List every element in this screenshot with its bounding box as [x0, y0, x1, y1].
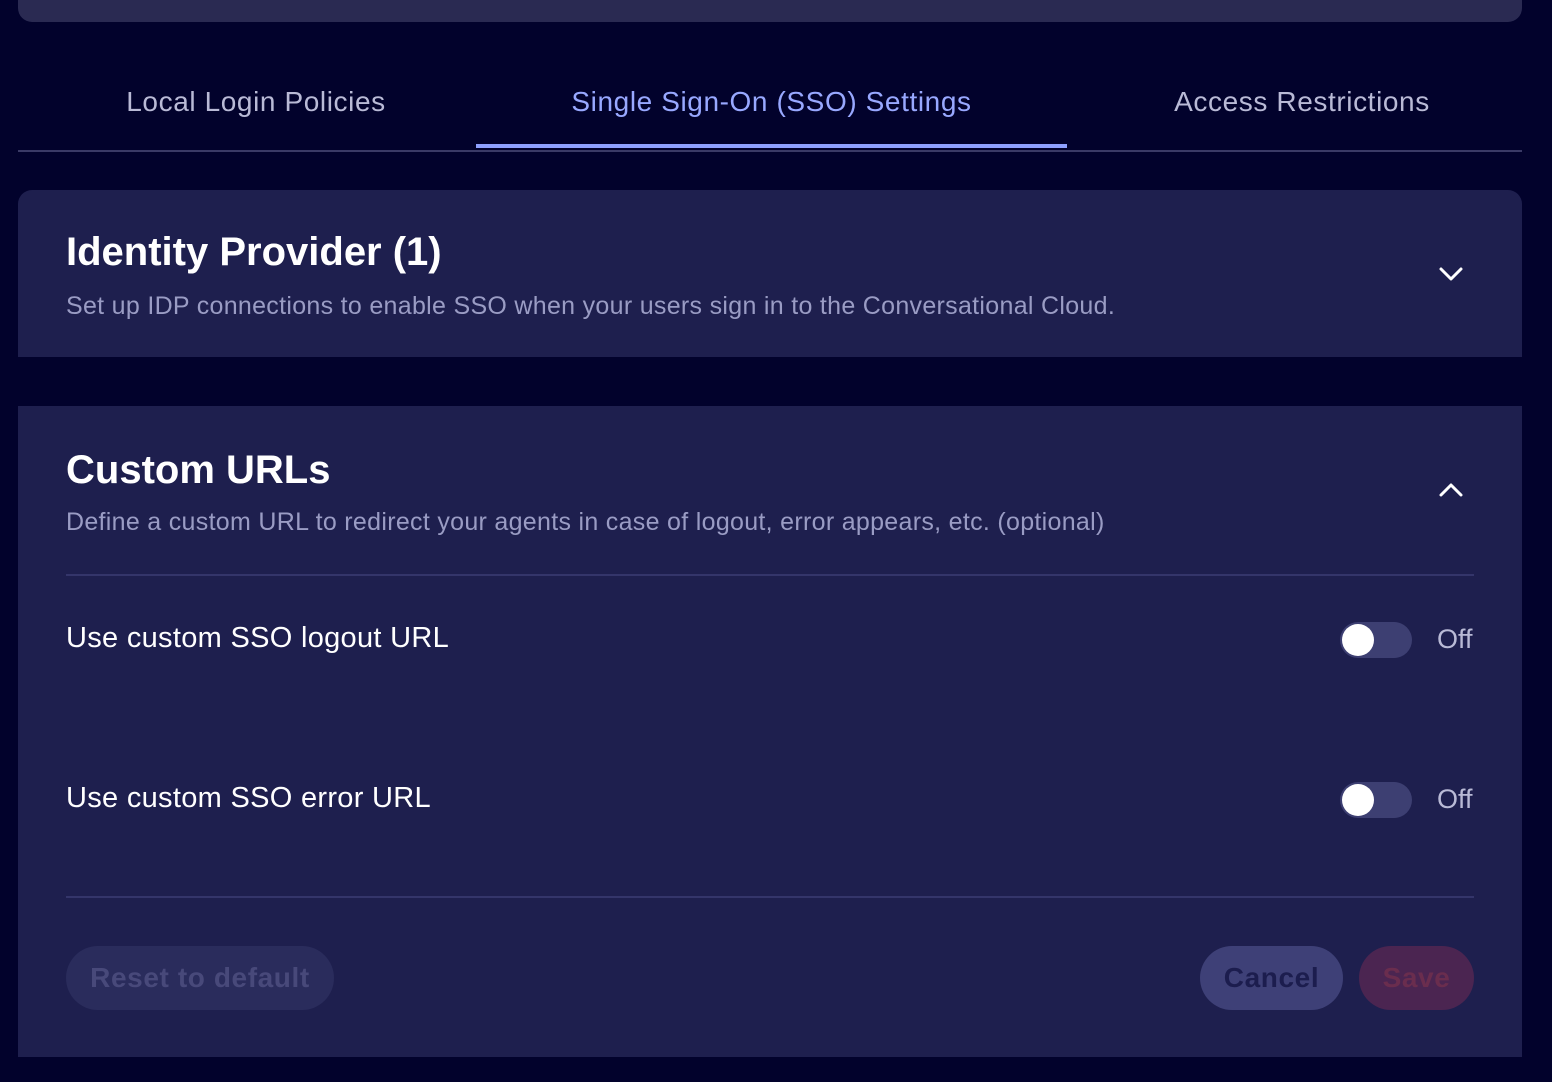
error-url-toggle[interactable] — [1340, 782, 1412, 818]
reset-to-default-button[interactable]: Reset to default — [66, 946, 334, 1010]
active-tab-indicator — [476, 144, 1067, 148]
identity-provider-subtitle: Set up IDP connections to enable SSO whe… — [66, 292, 1116, 320]
top-card — [18, 0, 1522, 22]
section-divider — [66, 574, 1474, 576]
custom-urls-panel: Custom URLs Define a custom URL to redir… — [18, 406, 1522, 1057]
section-divider — [66, 896, 1474, 898]
custom-urls-title: Custom URLs — [66, 448, 331, 492]
logout-url-toggle[interactable] — [1340, 622, 1412, 658]
cancel-button[interactable]: Cancel — [1200, 946, 1343, 1010]
tab-local-login-policies[interactable]: Local Login Policies — [18, 56, 494, 148]
logout-url-label: Use custom SSO logout URL — [66, 622, 450, 654]
chevron-down-icon[interactable] — [1436, 259, 1466, 289]
tab-sso-settings[interactable]: Single Sign-On (SSO) Settings — [476, 56, 1067, 148]
custom-urls-subtitle: Define a custom URL to redirect your age… — [66, 508, 1105, 536]
logout-url-toggle-state: Off — [1437, 624, 1473, 654]
error-url-label: Use custom SSO error URL — [66, 782, 431, 814]
page: Local Login Policies Single Sign-On (SSO… — [0, 0, 1552, 1082]
identity-provider-title: Identity Provider (1) — [66, 230, 442, 274]
tab-bar: Local Login Policies Single Sign-On (SSO… — [18, 56, 1522, 152]
toggle-knob — [1342, 624, 1374, 656]
save-button[interactable]: Save — [1359, 946, 1474, 1010]
error-url-toggle-state: Off — [1437, 784, 1473, 814]
tab-access-restrictions[interactable]: Access Restrictions — [1067, 56, 1537, 148]
toggle-knob — [1342, 784, 1374, 816]
identity-provider-panel[interactable]: Identity Provider (1) Set up IDP connect… — [18, 190, 1522, 357]
chevron-up-icon[interactable] — [1436, 475, 1466, 505]
